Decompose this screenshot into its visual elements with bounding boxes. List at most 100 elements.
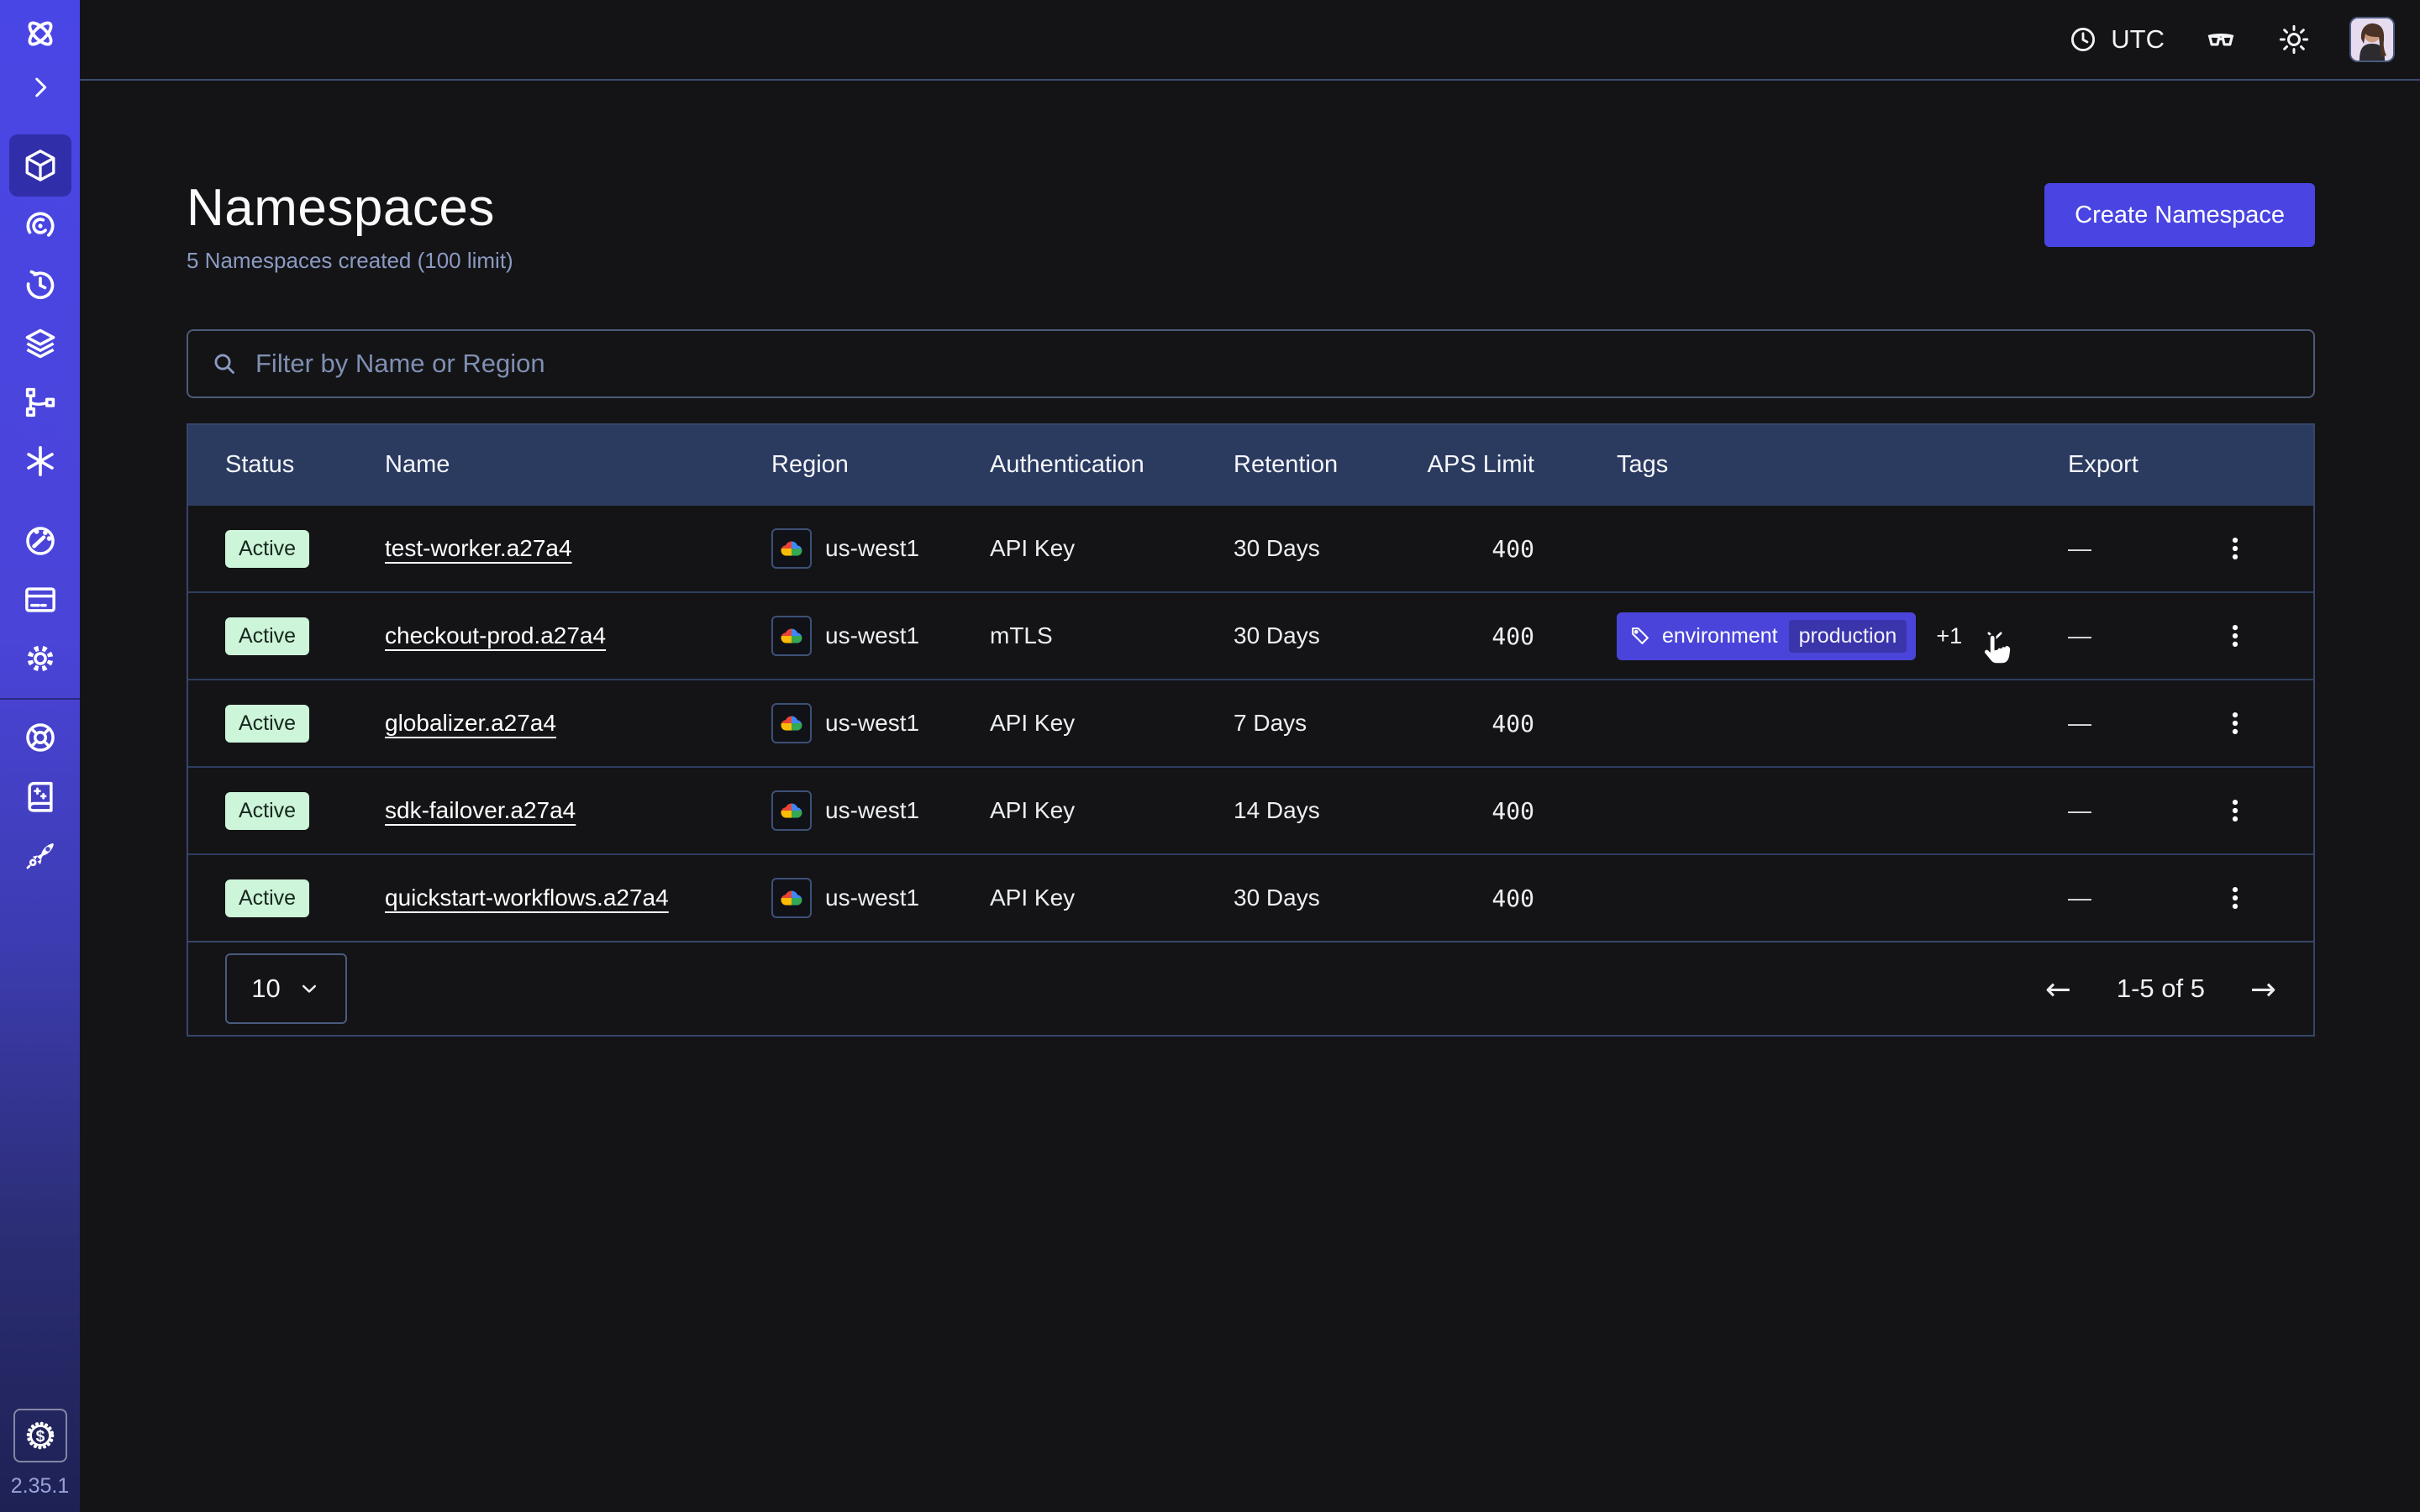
sidebar-expand-button[interactable] (9, 67, 71, 108)
row-menu-button[interactable] (2221, 534, 2249, 563)
tag-icon (1629, 625, 1651, 647)
sidebar: $ 2.35.1 (0, 0, 80, 1512)
sidebar-item-billing[interactable] (9, 570, 71, 629)
nexus-branch-icon (22, 384, 59, 421)
glasses-icon (2203, 22, 2238, 57)
main-content: Namespaces 5 Namespaces created (100 lim… (80, 81, 2420, 1512)
retention-value: 14 Days (1234, 797, 1427, 824)
region-label: us-west1 (825, 535, 919, 562)
sidebar-item-nexus[interactable] (9, 373, 71, 432)
theme-toggle-button[interactable] (2277, 23, 2311, 56)
page-size-select[interactable]: 10 (225, 953, 347, 1024)
sidebar-item-deployments[interactable] (9, 314, 71, 373)
aps-limit-value: 400 (1427, 535, 1534, 563)
schedules-timer-icon (22, 266, 59, 303)
sidebar-item-getting-started[interactable] (9, 826, 71, 885)
sidebar-item-batch[interactable] (9, 432, 71, 491)
workflows-orbit-icon (22, 207, 59, 244)
chevron-down-icon[interactable] (1982, 623, 2007, 648)
sidebar-item-schedules[interactable] (9, 255, 71, 314)
table-header-row: Status Name Region Authentication Retent… (188, 425, 2313, 504)
retention-value: 30 Days (1234, 535, 1427, 562)
export-value: — (2068, 622, 2194, 649)
gcp-logo-icon (771, 616, 812, 656)
namespace-link[interactable]: globalizer.a27a4 (385, 710, 556, 736)
filter-input[interactable] (255, 349, 2291, 379)
namespace-count-subtitle: 5 Namespaces created (100 limit) (187, 248, 2315, 274)
tags-cell: environment production +1 (1534, 612, 2068, 660)
sidebar-item-settings[interactable] (9, 629, 71, 688)
kebab-icon (2221, 884, 2249, 912)
row-menu-button[interactable] (2221, 709, 2249, 738)
namespace-link[interactable]: quickstart-workflows.a27a4 (385, 885, 669, 911)
read-only-mode-button[interactable] (2203, 22, 2238, 57)
create-namespace-button[interactable]: Create Namespace (2044, 183, 2315, 247)
sidebar-divider (0, 698, 80, 700)
timezone-button[interactable]: UTC (2068, 24, 2165, 55)
gcp-logo-icon (771, 703, 812, 743)
sidebar-item-docs[interactable] (9, 767, 71, 826)
retention-value: 30 Days (1234, 885, 1427, 911)
page-size-value: 10 (251, 974, 280, 1004)
region-label: us-west1 (825, 797, 919, 824)
gcp-logo-icon (771, 878, 812, 918)
temporal-logo[interactable] (9, 13, 71, 54)
row-menu-button[interactable] (2221, 796, 2249, 825)
batch-asterisk-icon (22, 443, 59, 480)
docs-book-icon (22, 778, 59, 815)
avatar[interactable] (2349, 17, 2395, 62)
region-label: us-west1 (825, 885, 919, 911)
sidebar-item-workflows[interactable] (9, 197, 71, 255)
table-row: Active globalizer.a27a4 us-west1 API Key… (188, 679, 2313, 766)
filter-bar[interactable] (187, 329, 2315, 398)
export-value: — (2068, 535, 2194, 562)
clock-icon (2068, 24, 2098, 55)
namespaces-table: Status Name Region Authentication Retent… (187, 423, 2315, 1037)
prev-page-button[interactable]: ← (2045, 971, 2071, 1007)
sidebar-item-support[interactable] (9, 708, 71, 767)
chevron-down-icon (297, 977, 321, 1000)
namespace-link[interactable]: test-worker.a27a4 (385, 535, 572, 561)
sidebar-item-namespaces[interactable] (9, 134, 71, 197)
sun-icon (2277, 23, 2311, 56)
tag-badge[interactable]: environment production (1617, 612, 1916, 660)
export-value: — (2068, 885, 2194, 911)
col-header-export: Export (2068, 451, 2194, 479)
table-row: Active checkout-prod.a27a4 us-west1 mTLS… (188, 591, 2313, 679)
aps-limit-value: 400 (1427, 622, 1534, 650)
auth-method: API Key (990, 535, 1234, 562)
kebab-icon (2221, 709, 2249, 738)
export-value: — (2068, 797, 2194, 824)
status-badge: Active (225, 792, 309, 830)
tag-more-count: +1 (1936, 623, 1962, 649)
gcp-logo-icon (771, 790, 812, 831)
deployments-layers-icon (22, 325, 59, 362)
row-menu-button[interactable] (2221, 884, 2249, 912)
namespace-link[interactable]: checkout-prod.a27a4 (385, 622, 606, 648)
table-row: Active sdk-failover.a27a4 us-west1 API K… (188, 766, 2313, 853)
svg-text:$: $ (35, 1428, 45, 1446)
app-version: 2.35.1 (11, 1474, 70, 1499)
table-row: Active quickstart-workflows.a27a4 us-wes… (188, 853, 2313, 941)
sidebar-item-usage[interactable] (9, 512, 71, 570)
next-page-button[interactable]: → (2250, 971, 2276, 1007)
settings-gear-icon (22, 640, 59, 677)
topbar: UTC (80, 0, 2420, 81)
tag-value: production (1789, 620, 1907, 653)
aps-limit-value: 400 (1427, 797, 1534, 825)
pagination-range: 1-5 of 5 (2117, 974, 2205, 1004)
billing-card-icon (22, 581, 59, 618)
row-menu-button[interactable] (2221, 622, 2249, 650)
region-label: us-west1 (825, 622, 919, 649)
status-badge: Active (225, 705, 309, 743)
pagination: ← 1-5 of 5 → (2045, 971, 2276, 1007)
export-value: — (2068, 710, 2194, 737)
kebab-icon (2221, 622, 2249, 650)
col-header-name: Name (385, 451, 771, 479)
retention-value: 7 Days (1234, 710, 1427, 737)
auth-method: API Key (990, 885, 1234, 911)
namespace-link[interactable]: sdk-failover.a27a4 (385, 797, 576, 823)
plan-usage-button[interactable]: $ (13, 1409, 67, 1462)
page-title: Namespaces (187, 178, 2315, 238)
support-lifebuoy-icon (22, 719, 59, 756)
